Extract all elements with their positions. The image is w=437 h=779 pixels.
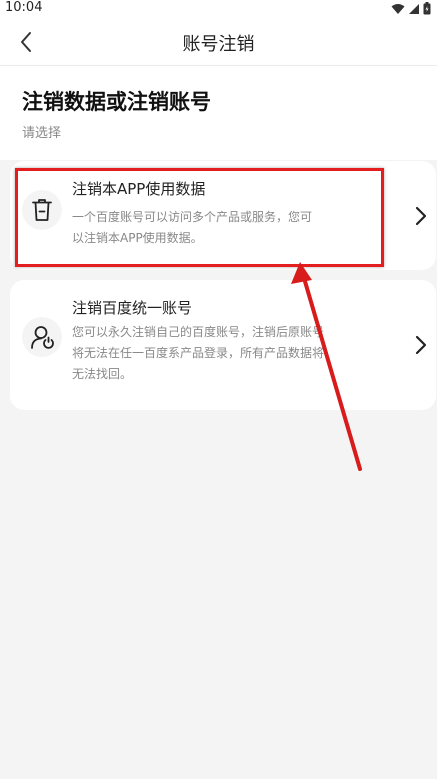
user-power-icon bbox=[31, 326, 54, 349]
option-delete-baidu-account[interactable]: 注销百度统一账号 您可以永久注销自己的百度账号，注销后原账号将无法在任一百度系产… bbox=[10, 280, 436, 410]
page-subtitle: 请选择 bbox=[22, 126, 62, 141]
option-description: 您可以永久注销自己的百度账号，注销后原账号将无法在任一百度系产品登录，所有产品数… bbox=[72, 325, 325, 381]
page-header: 注销数据或注销账号 请选择 bbox=[0, 66, 437, 160]
option-title: 注销百度统一账号 bbox=[72, 299, 193, 317]
option-icon-wrap bbox=[22, 190, 62, 230]
nav-bar: 账号注销 bbox=[0, 18, 437, 66]
wifi-icon bbox=[391, 3, 405, 14]
trash-icon bbox=[32, 199, 52, 221]
nav-title: 账号注销 bbox=[182, 34, 255, 55]
option-icon-wrap bbox=[22, 317, 62, 357]
option-description: 一个百度账号可以访问多个产品或服务，您可以注销本APP使用数据。 bbox=[72, 210, 313, 245]
status-time: 10:04 bbox=[5, 0, 43, 15]
status-icons bbox=[391, 2, 431, 15]
screen: 10:04 账号注销 注销数据或注销账号 请选择 注销本APP使用数据 一个百度… bbox=[0, 0, 437, 779]
chevron-right-icon bbox=[415, 206, 427, 226]
option-delete-app-data[interactable]: 注销本APP使用数据 一个百度账号可以访问多个产品或服务，您可以注销本APP使用… bbox=[10, 161, 436, 270]
option-title: 注销本APP使用数据 bbox=[72, 180, 206, 198]
status-bar: 10:04 bbox=[0, 0, 437, 18]
battery-icon bbox=[423, 2, 431, 15]
signal-icon bbox=[409, 3, 419, 14]
page-title: 注销数据或注销账号 bbox=[22, 90, 211, 114]
chevron-right-icon bbox=[415, 335, 427, 355]
